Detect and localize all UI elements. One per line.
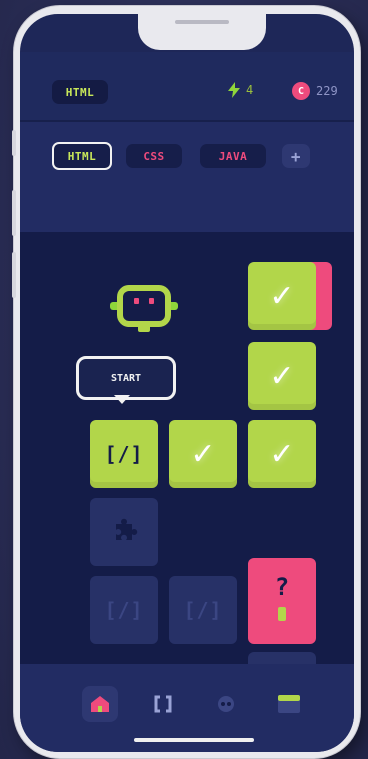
nav-code-button[interactable] [145, 686, 181, 722]
tab-java[interactable]: JAVA [200, 144, 266, 168]
energy-counter: 4 [228, 82, 253, 98]
coin-icon: C [292, 82, 310, 100]
coin-counter: C 229 [292, 82, 338, 100]
nav-window-button[interactable] [271, 686, 307, 722]
top-bar: HTML 4 C 229 [20, 52, 354, 120]
check-icon: ✓ [190, 436, 216, 472]
code-tag-icon: [/] [104, 598, 144, 622]
current-language-badge[interactable]: HTML [52, 80, 108, 104]
level-tile-locked[interactable]: [/] [169, 576, 237, 644]
check-icon: ✓ [269, 358, 295, 394]
level-tile-start[interactable]: [/] [90, 420, 158, 488]
start-tooltip: START [76, 356, 176, 400]
check-icon: ✓ [269, 436, 295, 472]
check-icon: ✓ [269, 278, 295, 314]
tab-html[interactable]: HTML [52, 142, 112, 170]
level-tile-completed[interactable]: ✓ [248, 342, 316, 410]
robot-mascot-icon [110, 285, 178, 332]
speaker [175, 20, 229, 24]
level-tile-locked[interactable]: [/] [90, 576, 158, 644]
level-tile-completed[interactable]: ✓ [248, 420, 316, 488]
code-icon [154, 695, 172, 713]
add-language-button[interactable]: + [282, 144, 310, 168]
window-icon [278, 695, 300, 713]
level-tile-completed[interactable]: ✓ [169, 420, 237, 488]
tab-css[interactable]: CSS [126, 144, 182, 168]
nav-robot-button[interactable] [208, 686, 244, 722]
coin-count: 229 [316, 84, 338, 98]
level-tile-completed[interactable]: ✓ [248, 262, 316, 330]
lightning-icon [228, 82, 240, 98]
language-tabs: HTML CSS JAVA + [20, 122, 354, 232]
mute-switch [12, 130, 16, 156]
robot-icon [218, 696, 234, 712]
level-tile-locked[interactable] [90, 498, 158, 566]
question-mark-icon: ? [274, 573, 290, 601]
volume-up-button [12, 190, 16, 236]
volume-down-button [12, 252, 16, 298]
home-icon [91, 696, 109, 712]
puzzle-piece-icon [116, 518, 138, 540]
code-tag-icon: [/] [183, 598, 223, 622]
key-slot-icon [278, 607, 286, 621]
code-tag-icon: [/] [104, 442, 144, 466]
level-tile-mystery[interactable]: ? [248, 558, 316, 644]
start-tooltip-tail [114, 395, 130, 404]
phone-screen: HTML 4 C 229 HTML CSS JAVA + ✓ ✓ START [… [20, 14, 354, 752]
energy-count: 4 [246, 83, 254, 97]
nav-home-button[interactable] [82, 686, 118, 722]
home-indicator[interactable] [134, 738, 254, 742]
